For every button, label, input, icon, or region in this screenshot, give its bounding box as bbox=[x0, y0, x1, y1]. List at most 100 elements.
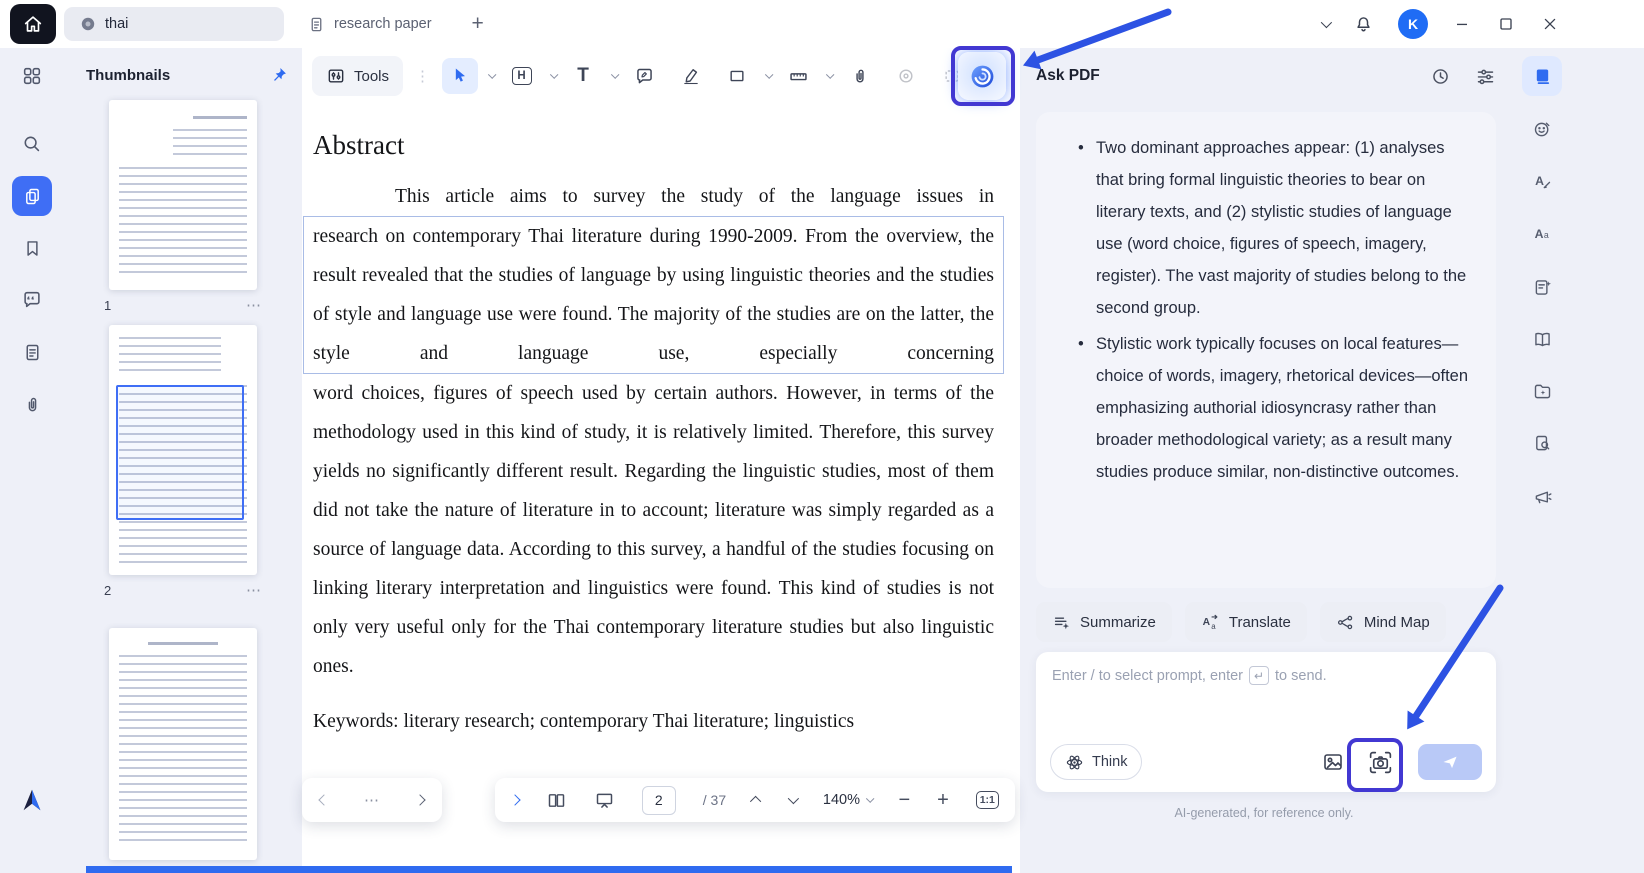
pin-icon[interactable] bbox=[270, 66, 288, 84]
new-tab-button[interactable]: + bbox=[464, 12, 492, 36]
text-tool[interactable]: T bbox=[565, 58, 601, 94]
zoom-out-button[interactable]: − bbox=[898, 789, 910, 812]
app-window: thai research paper + K Thumbnails 1 ⋯ 2… bbox=[0, 0, 1644, 873]
ask-pdf-panel: Ask PDF Two dominant approaches appear: … bbox=[1020, 48, 1508, 873]
bookmarks-icon[interactable] bbox=[12, 228, 52, 268]
folder-tools-icon[interactable] bbox=[1522, 371, 1562, 411]
highlighter-icon bbox=[683, 69, 698, 85]
atom-icon bbox=[1066, 755, 1083, 769]
page-thumbnail-3[interactable] bbox=[109, 628, 257, 860]
measure-tool-chevron-icon[interactable] bbox=[826, 70, 835, 79]
mind-map-button[interactable]: Mind Map bbox=[1319, 602, 1446, 642]
settings-sliders-icon[interactable] bbox=[1475, 66, 1496, 87]
comment-tool[interactable] bbox=[627, 58, 663, 94]
sticker-comment-icon[interactable] bbox=[1522, 109, 1562, 149]
thumb-text-decoration bbox=[119, 654, 247, 845]
pdf-page: Abstract This article aims to survey the… bbox=[303, 130, 1004, 741]
square-shape-icon bbox=[729, 70, 744, 82]
ai-answer-bullet: Two dominant approaches appear: (1) anal… bbox=[1078, 132, 1470, 324]
tools-button[interactable]: Tools bbox=[312, 56, 404, 96]
attachments-paperclip-icon[interactable] bbox=[12, 384, 52, 424]
text-tool-chevron-icon[interactable] bbox=[611, 70, 620, 79]
share-announce-icon[interactable] bbox=[1522, 477, 1562, 517]
notifications-bell-icon[interactable] bbox=[1353, 14, 1374, 35]
crop-tool[interactable] bbox=[888, 58, 924, 94]
tab-thai[interactable]: thai bbox=[64, 7, 284, 41]
previous-page-chevron-icon[interactable] bbox=[749, 795, 762, 808]
text-selection-box[interactable]: research on contemporary Thai literature… bbox=[303, 216, 1004, 374]
page-number-input[interactable] bbox=[641, 785, 676, 815]
zoom-select[interactable]: 140% bbox=[823, 792, 875, 808]
screenshot-camera-icon[interactable] bbox=[1367, 749, 1394, 776]
measure-tool[interactable] bbox=[780, 58, 816, 94]
svg-text:a: a bbox=[1211, 621, 1216, 630]
page-organize-icon[interactable] bbox=[12, 332, 52, 372]
right-sidebar: A Aa bbox=[1508, 48, 1576, 873]
select-tool-chevron-icon[interactable] bbox=[488, 70, 497, 79]
page-number: 1 bbox=[104, 297, 112, 313]
presentation-icon[interactable] bbox=[594, 790, 615, 811]
quick-actions: Summarize Aa Translate Mind Map bbox=[1036, 602, 1446, 642]
summarize-icon bbox=[1054, 616, 1070, 629]
prompt-input-card[interactable]: Enter / to select prompt, enter ↵ to sen… bbox=[1036, 652, 1496, 792]
apps-grid-icon[interactable] bbox=[12, 56, 52, 96]
summarize-label: Summarize bbox=[1080, 613, 1156, 631]
page-more-button[interactable]: ⋯ bbox=[246, 296, 262, 314]
search-icon[interactable] bbox=[12, 124, 52, 164]
ai-answer-bullet: Stylistic work typically focuses on loca… bbox=[1078, 328, 1470, 488]
insert-image-icon[interactable] bbox=[1321, 750, 1345, 774]
summarize-button[interactable]: Summarize bbox=[1036, 602, 1172, 642]
comments-icon[interactable] bbox=[12, 280, 52, 320]
enter-key-icon: ↵ bbox=[1249, 666, 1270, 685]
paragraph-first-line: This article aims to survey the study of… bbox=[395, 186, 994, 207]
page-edit-tool[interactable]: H bbox=[504, 58, 540, 94]
thumbnails-panel-icon[interactable] bbox=[12, 176, 52, 216]
edit-text-icon[interactable]: A bbox=[1522, 161, 1562, 201]
font-style-icon[interactable]: Aa bbox=[1522, 213, 1562, 253]
collapse-panel-chevron-icon[interactable] bbox=[509, 794, 521, 806]
actual-size-button[interactable]: 1:1 bbox=[975, 791, 999, 809]
home-button[interactable] bbox=[10, 4, 56, 44]
shape-tool-chevron-icon[interactable] bbox=[764, 70, 773, 79]
send-button[interactable] bbox=[1418, 744, 1482, 780]
svg-text:A: A bbox=[1534, 226, 1543, 240]
page-more-button[interactable]: ⋯ bbox=[246, 581, 262, 599]
reader-mode-icon[interactable] bbox=[1522, 56, 1562, 96]
search-document-icon[interactable] bbox=[1522, 423, 1562, 463]
translate-button[interactable]: Aa Translate bbox=[1184, 602, 1307, 642]
page-thumbnail-2[interactable] bbox=[109, 325, 257, 575]
next-page-chevron-icon[interactable] bbox=[787, 792, 800, 805]
ai-assistant-button[interactable] bbox=[958, 52, 1006, 100]
paragraph-body: word choices, figures of speech used by … bbox=[313, 383, 994, 677]
mind-map-label: Mind Map bbox=[1363, 613, 1430, 631]
shape-tool[interactable] bbox=[719, 58, 755, 94]
tab-list-chevron-icon[interactable] bbox=[1320, 16, 1333, 29]
think-button[interactable]: Think bbox=[1050, 744, 1143, 780]
tab-research-paper[interactable]: research paper bbox=[292, 7, 448, 41]
zoom-in-button[interactable]: + bbox=[937, 789, 949, 812]
page-edit-chevron-icon[interactable] bbox=[549, 70, 558, 79]
pager-more-button[interactable]: ⋯ bbox=[364, 791, 380, 809]
titlebar-right: K bbox=[1320, 9, 1644, 39]
back-chevron-icon[interactable] bbox=[318, 794, 330, 806]
thumbnail-viewport-highlight bbox=[116, 385, 244, 520]
main-toolbar: Tools ⋮ H T bbox=[302, 48, 1020, 104]
close-icon[interactable] bbox=[1540, 14, 1560, 34]
forward-chevron-icon[interactable] bbox=[414, 794, 426, 806]
tools-label: Tools bbox=[354, 67, 390, 85]
user-avatar[interactable]: K bbox=[1398, 9, 1428, 39]
maximize-icon[interactable] bbox=[1496, 14, 1516, 34]
select-tool[interactable] bbox=[442, 58, 479, 94]
think-label: Think bbox=[1092, 754, 1128, 770]
tools-icon bbox=[328, 69, 344, 83]
open-book-icon[interactable] bbox=[1522, 319, 1562, 359]
two-page-view-icon[interactable] bbox=[546, 790, 567, 811]
smart-form-icon[interactable] bbox=[1522, 267, 1562, 307]
page-thumbnail-1[interactable] bbox=[109, 100, 257, 290]
minimize-icon[interactable] bbox=[1452, 14, 1472, 34]
ai-swirl-icon bbox=[971, 65, 993, 87]
attach-tool[interactable] bbox=[842, 58, 878, 94]
history-clock-icon[interactable] bbox=[1430, 66, 1451, 87]
tab-label: research paper bbox=[334, 16, 432, 32]
highlight-tool[interactable] bbox=[673, 58, 709, 94]
